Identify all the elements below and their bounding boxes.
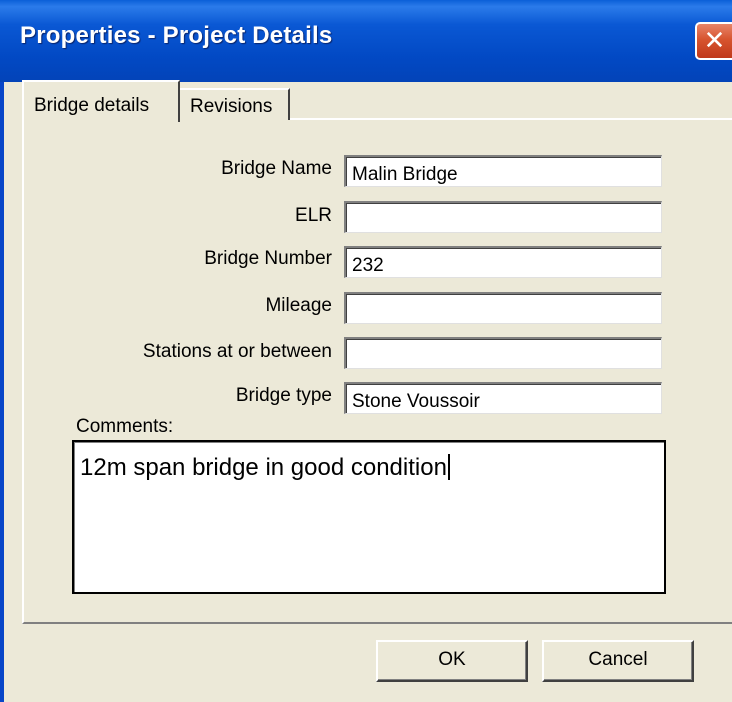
close-button[interactable]: ✕	[695, 22, 732, 60]
window-frame-left	[0, 82, 4, 702]
tab-label: Bridge details	[34, 95, 150, 116]
tab-panel-bridge-details	[22, 118, 732, 624]
title-bar[interactable]: Properties - Project Details ✕	[0, 0, 732, 82]
ok-button[interactable]: OK	[376, 640, 528, 682]
tab-label: Revisions	[190, 96, 273, 117]
properties-dialog: Properties - Project Details ✕ Bridge de…	[0, 0, 732, 702]
window-title: Properties - Project Details	[20, 22, 333, 49]
tab-bridge-details[interactable]: Bridge details	[22, 80, 180, 122]
tab-revisions[interactable]: Revisions	[180, 88, 290, 120]
cancel-button[interactable]: Cancel	[542, 640, 694, 682]
close-icon: ✕	[703, 25, 726, 55]
